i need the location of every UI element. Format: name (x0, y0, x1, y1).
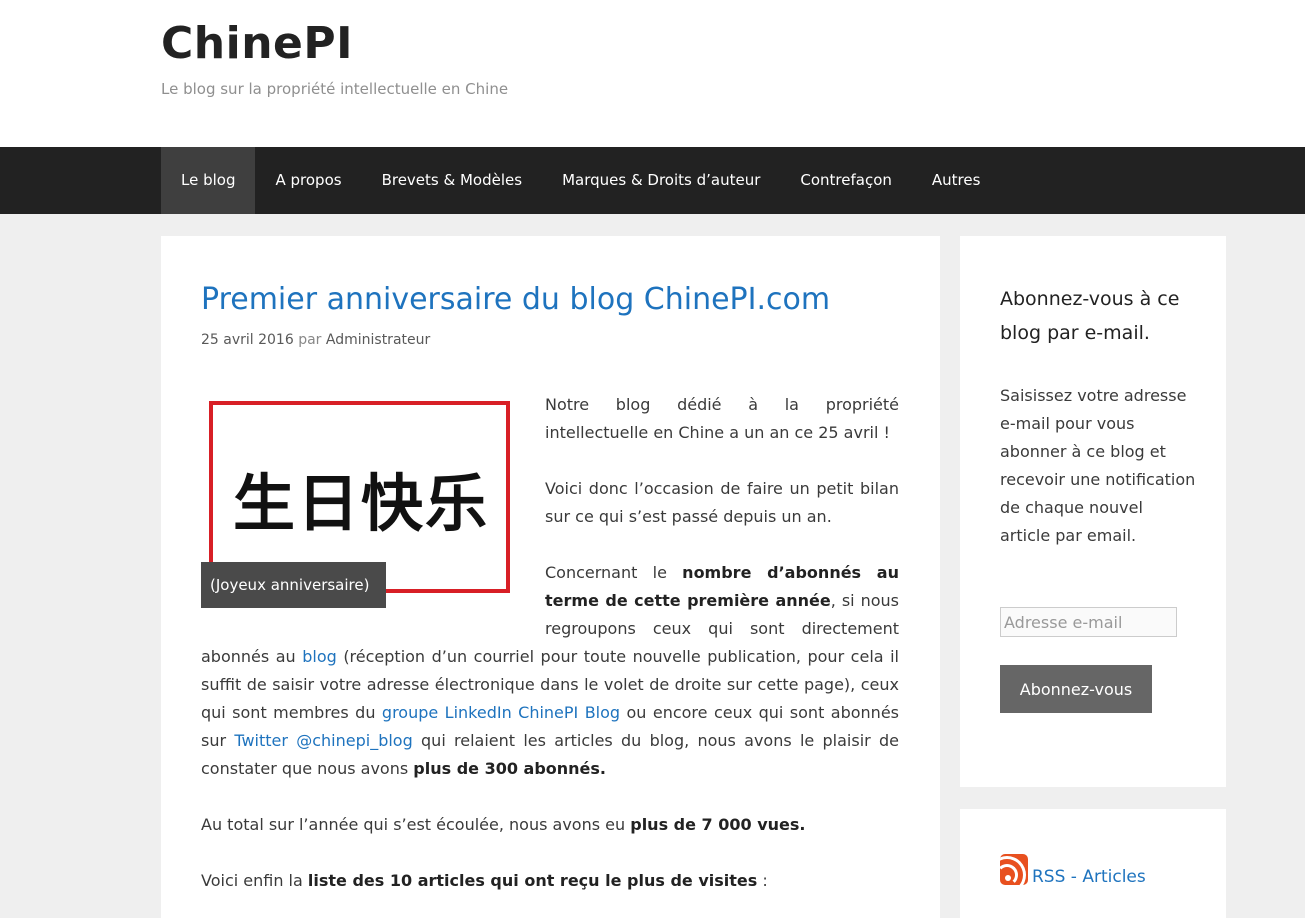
nav-item-marques-droits[interactable]: Marques & Droits d’auteur (542, 147, 780, 214)
image-caption: (Joyeux anniversaire) (201, 562, 386, 608)
birthday-chinese-text: 生日快乐 (233, 467, 490, 540)
site-title[interactable]: ChinePI (161, 18, 353, 69)
subscribe-widget-title: Abonnez-vous à ce blog par e-mail. (1000, 288, 1180, 344)
paragraph-4: Au total sur l’année qui s’est écoulée, … (201, 815, 806, 834)
subscribe-button[interactable]: Abonnez-vous (1000, 665, 1152, 713)
article-date[interactable]: 25 avril 2016 (201, 332, 294, 348)
blog-link[interactable]: blog (302, 647, 337, 666)
email-field[interactable] (1000, 607, 1177, 637)
rss-icon[interactable] (1000, 854, 1028, 885)
rss-widget: RSS - Articles (960, 809, 1226, 918)
article-by-label: par (298, 332, 322, 348)
rss-articles-link[interactable]: RSS - Articles (1032, 867, 1146, 887)
nav-item-autres[interactable]: Autres (912, 147, 1001, 214)
bold-views: plus de 7 000 vues. (630, 815, 806, 834)
linkedin-group-link[interactable]: groupe LinkedIn ChinePI Blog (382, 703, 620, 722)
site-header: ChinePI Le blog sur la propriété intelle… (0, 0, 1305, 147)
nav-item-brevets-modeles[interactable]: Brevets & Modèles (362, 147, 542, 214)
article-title[interactable]: Premier anniversaire du blog ChinePI.com (201, 282, 830, 317)
nav-menu: Le blog A propos Brevets & Modèles Marqu… (161, 147, 1000, 214)
site-tagline: Le blog sur la propriété intellectuelle … (161, 80, 509, 98)
main-navigation: Le blog A propos Brevets & Modèles Marqu… (0, 147, 1305, 214)
bold-top-articles: liste des 10 articles qui ont reçu le pl… (307, 871, 758, 890)
twitter-link[interactable]: Twitter @chinepi_blog (234, 731, 412, 750)
article-author[interactable]: Administrateur (326, 332, 430, 348)
article-meta: 25 avril 2016 par Administrateur (201, 332, 430, 348)
article-container: Premier anniversaire du blog ChinePI.com… (161, 236, 940, 918)
nav-item-le-blog[interactable]: Le blog (161, 147, 256, 214)
paragraph-5: Voici enfin la liste des 10 articles qui… (201, 871, 768, 890)
nav-item-a-propos[interactable]: A propos (255, 147, 361, 214)
nav-item-contrefacon[interactable]: Contrefaçon (780, 147, 912, 214)
subscribe-widget-text: Saisissez votre adresse e-mail pour vous… (1000, 386, 1196, 545)
subscribe-widget: Abonnez-vous à ce blog par e-mail. Saisi… (960, 236, 1226, 787)
bold-300-subscribers: plus de 300 abonnés. (413, 759, 607, 778)
